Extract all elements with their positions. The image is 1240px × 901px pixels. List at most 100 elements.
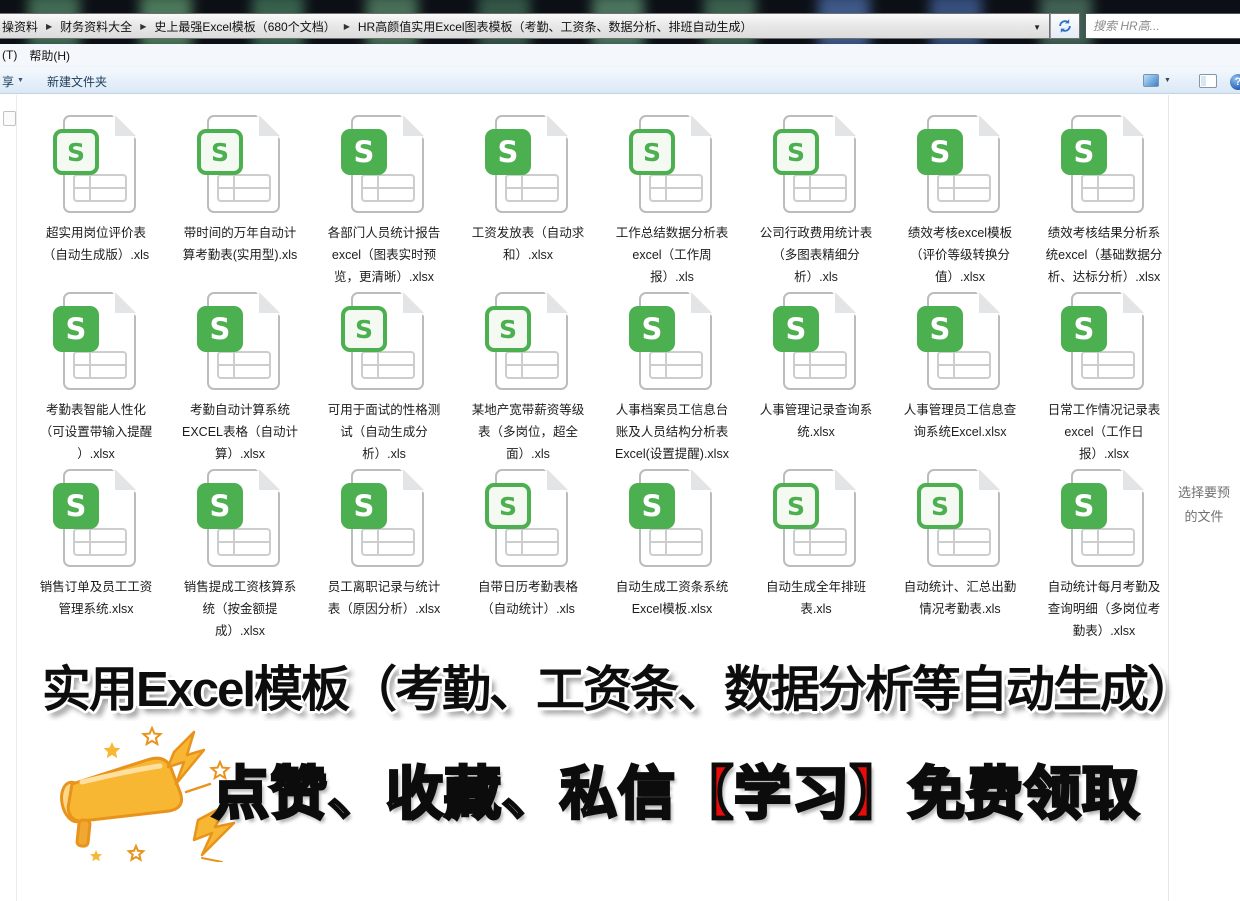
table-grid-glyph — [1081, 528, 1135, 556]
file-item[interactable]: S 销售订单及员工工资管理系统.xlsx — [24, 469, 168, 646]
search-input[interactable] — [1093, 18, 1233, 32]
file-name: 销售订单及员工工资管理系统.xlsx — [35, 576, 157, 620]
spreadsheet-file-icon: S — [1061, 115, 1147, 213]
file-name: 自带日历考勤表格（自动统计）.xls — [467, 576, 589, 620]
file-name: 可用于面试的性格测试（自动生成分析）.xls — [323, 399, 445, 465]
file-item[interactable]: S 人事管理员工信息查询系统Excel.xlsx — [888, 292, 1032, 469]
table-grid-glyph — [937, 174, 991, 202]
wps-s-badge-icon: S — [917, 306, 963, 352]
table-grid-glyph — [361, 351, 415, 379]
breadcrumb-item[interactable]: HR高颜值实用Excel图表模板（考勤、工资条、数据分析、排班自动生成） — [356, 18, 755, 35]
wps-s-badge-icon: S — [485, 306, 531, 352]
file-item[interactable]: S 工资发放表（自动求和）.xlsx — [456, 115, 600, 292]
wps-s-badge-icon: S — [773, 129, 819, 175]
file-item[interactable]: S 自带日历考勤表格（自动统计）.xls — [456, 469, 600, 646]
wps-s-badge-icon: S — [341, 483, 387, 529]
address-dropdown-icon[interactable]: ▼ — [1033, 23, 1041, 32]
spreadsheet-file-icon: S — [917, 469, 1003, 567]
file-grid: S 超实用岗位评价表（自动生成版）.xls S 带时间的万年自动计算考勤表(实用… — [24, 115, 1176, 646]
breadcrumb-arrow-icon: ▶ — [40, 22, 58, 31]
table-grid-glyph — [73, 351, 127, 379]
file-item[interactable]: S 绩效考核excel模板（评价等级转换分值）.xlsx — [888, 115, 1032, 292]
new-folder-button[interactable]: 新建文件夹 — [47, 73, 107, 90]
file-name: 自动统计每月考勤及查询明细（多岗位考勤表）.xlsx — [1043, 576, 1165, 642]
spreadsheet-file-icon: S — [341, 469, 427, 567]
breadcrumb-arrow-icon: ▶ — [338, 22, 356, 31]
spreadsheet-file-icon: S — [1061, 292, 1147, 390]
spreadsheet-file-icon: S — [341, 292, 427, 390]
file-item[interactable]: S 考勤自动计算系统EXCEL表格（自动计算）.xlsx — [168, 292, 312, 469]
file-item[interactable]: S 某地产宽带薪资等级表（多岗位，超全面）.xls — [456, 292, 600, 469]
table-grid-glyph — [793, 174, 847, 202]
file-item[interactable]: S 公司行政费用统计表（多图表精细分析）.xls — [744, 115, 888, 292]
wps-s-badge-icon: S — [629, 483, 675, 529]
views-button[interactable]: ▼ — [1143, 73, 1177, 90]
spreadsheet-file-icon: S — [485, 292, 571, 390]
help-button[interactable]: ? — [1230, 74, 1240, 90]
breadcrumb-item[interactable]: 财务资料大全 — [58, 18, 134, 35]
table-grid-glyph — [217, 174, 271, 202]
file-name: 超实用岗位评价表（自动生成版）.xls — [35, 222, 157, 266]
file-item[interactable]: S 绩效考核结果分析系统excel（基础数据分析、达标分析）.xlsx — [1032, 115, 1176, 292]
spreadsheet-file-icon: S — [197, 292, 283, 390]
file-name: 考勤表智能人性化（可设置带输入提醒 ）.xlsx — [35, 399, 157, 465]
spreadsheet-file-icon: S — [197, 469, 283, 567]
preview-pane-button[interactable] — [1199, 74, 1217, 88]
breadcrumb-item[interactable]: 操资料 — [0, 18, 40, 35]
file-item[interactable]: S 人事管理记录查询系统.xlsx — [744, 292, 888, 469]
file-item[interactable]: S 自动统计、汇总出勤情况考勤表.xls — [888, 469, 1032, 646]
table-grid-glyph — [937, 351, 991, 379]
file-item[interactable]: S 自动生成工资条系统Excel模板.xlsx — [600, 469, 744, 646]
file-name: 某地产宽带薪资等级表（多岗位，超全面）.xls — [467, 399, 589, 465]
file-item[interactable]: S 日常工作情况记录表excel（工作日报）.xlsx — [1032, 292, 1176, 469]
wps-s-badge-icon: S — [341, 129, 387, 175]
breadcrumb-item[interactable]: 史上最强Excel模板（680个文档） — [152, 18, 337, 35]
spreadsheet-file-icon: S — [1061, 469, 1147, 567]
views-dropdown-icon: ▼ — [1164, 77, 1171, 84]
table-grid-glyph — [937, 528, 991, 556]
file-item[interactable]: S 可用于面试的性格测试（自动生成分析）.xls — [312, 292, 456, 469]
file-item[interactable]: S 带时间的万年自动计算考勤表(实用型).xls — [168, 115, 312, 292]
file-name: 各部门人员统计报告excel（图表实时预览，更清晰）.xlsx — [323, 222, 445, 288]
refresh-icon — [1057, 18, 1073, 34]
wps-s-badge-icon: S — [773, 306, 819, 352]
table-grid-glyph — [649, 528, 703, 556]
file-item[interactable]: S 自动生成全年排班表.xls — [744, 469, 888, 646]
preview-pane-hint: 选择要预 的文件 — [1168, 481, 1240, 529]
share-button[interactable]: 享 — [2, 73, 14, 90]
file-item[interactable]: S 销售提成工资核算系统（按金额提成）.xlsx — [168, 469, 312, 646]
nav-pane-item[interactable] — [3, 111, 16, 126]
table-grid-glyph — [361, 174, 415, 202]
wps-s-badge-icon: S — [197, 306, 243, 352]
menu-item-tools[interactable]: (T) — [0, 48, 23, 62]
file-item[interactable]: S 员工离职记录与统计表（原因分析）.xlsx — [312, 469, 456, 646]
file-item[interactable]: S 工作总结数据分析表excel（工作周报）.xls — [600, 115, 744, 292]
file-name: 人事档案员工信息台账及人员结构分析表Excel(设置提醒).xlsx — [611, 399, 733, 465]
menu-bar: (T) 帮助(H) — [0, 44, 1240, 66]
wps-s-badge-icon: S — [917, 129, 963, 175]
table-grid-glyph — [73, 528, 127, 556]
breadcrumb[interactable]: 操资料 ▶ 财务资料大全 ▶ 史上最强Excel模板（680个文档） ▶ HR高… — [0, 13, 1050, 39]
file-item[interactable]: S 考勤表智能人性化（可设置带输入提醒 ）.xlsx — [24, 292, 168, 469]
file-item[interactable]: S 超实用岗位评价表（自动生成版）.xls — [24, 115, 168, 292]
refresh-button[interactable] — [1050, 13, 1080, 39]
wps-s-badge-icon: S — [1061, 306, 1107, 352]
file-name: 自动生成全年排班表.xls — [755, 576, 877, 620]
spreadsheet-file-icon: S — [53, 115, 139, 213]
file-item[interactable]: S 各部门人员统计报告excel（图表实时预览，更清晰）.xlsx — [312, 115, 456, 292]
file-item[interactable]: S 自动统计每月考勤及查询明细（多岗位考勤表）.xlsx — [1032, 469, 1176, 646]
spreadsheet-file-icon: S — [485, 469, 571, 567]
file-item[interactable]: S 人事档案员工信息台账及人员结构分析表Excel(设置提醒).xlsx — [600, 292, 744, 469]
wps-s-badge-icon: S — [53, 129, 99, 175]
spreadsheet-file-icon: S — [341, 115, 427, 213]
file-name: 绩效考核结果分析系统excel（基础数据分析、达标分析）.xlsx — [1043, 222, 1165, 288]
share-dropdown-icon[interactable]: ▼ — [17, 77, 24, 84]
wps-s-badge-icon: S — [629, 306, 675, 352]
menu-item-help[interactable]: 帮助(H) — [23, 47, 76, 64]
wps-s-badge-icon: S — [485, 483, 531, 529]
wps-s-badge-icon: S — [485, 129, 531, 175]
search-box[interactable] — [1085, 13, 1240, 39]
wps-s-badge-icon: S — [53, 483, 99, 529]
subline-text: 免费领取 — [908, 762, 1140, 826]
spreadsheet-file-icon: S — [773, 292, 859, 390]
